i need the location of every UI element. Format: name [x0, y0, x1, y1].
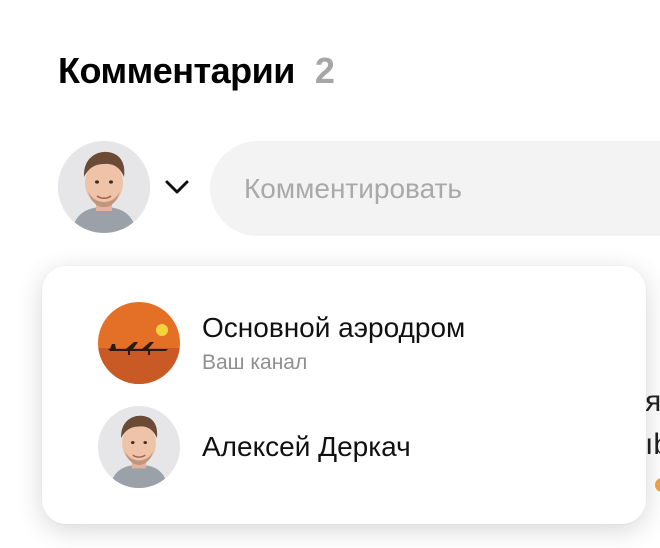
comment-input[interactable]	[210, 141, 660, 236]
background-text-peek: я	[645, 385, 660, 418]
comments-count: 2	[314, 50, 335, 91]
account-switcher-dropdown: Основной аэродром Ваш канал Алексей Дерк…	[42, 266, 646, 524]
comments-section: Комментарии 2 я ıb	[0, 0, 660, 548]
chevron-down-icon[interactable]	[160, 170, 194, 204]
background-text-peek: ıb	[645, 428, 660, 461]
comment-composer	[58, 141, 660, 236]
user-avatar-icon	[98, 406, 180, 488]
channel-subtitle: Ваш канал	[202, 351, 308, 374]
current-user-avatar[interactable]	[58, 141, 150, 233]
comments-title: Комментарии	[58, 50, 295, 91]
user-name: Алексей Деркач	[202, 431, 411, 462]
account-option-channel[interactable]: Основной аэродром Ваш канал	[98, 302, 465, 384]
background-dot	[655, 478, 660, 492]
account-option-user[interactable]: Алексей Деркач	[98, 406, 411, 488]
channel-name: Основной аэродром	[202, 312, 466, 343]
channel-option-text: Основной аэродром Ваш канал	[202, 311, 465, 375]
comments-heading: Комментарии 2	[58, 50, 335, 92]
airplane-sunset-icon	[98, 302, 180, 384]
user-option-text: Алексей Деркач	[202, 430, 411, 464]
